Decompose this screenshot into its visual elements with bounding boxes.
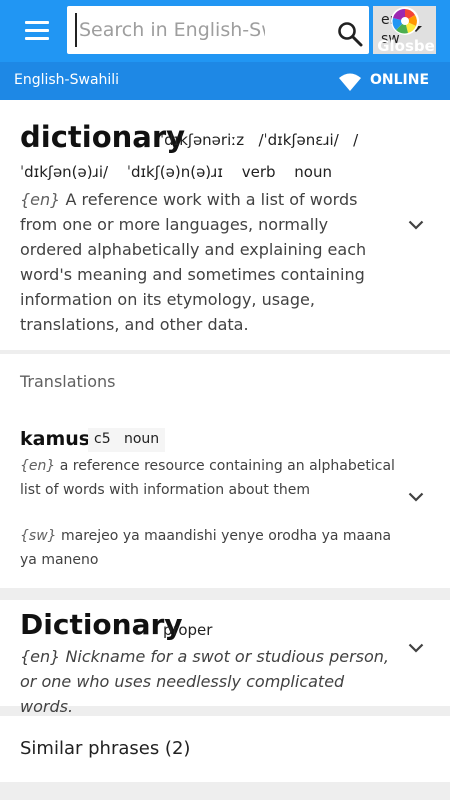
online-status-label: ONLINE (370, 72, 430, 88)
pronunciations-and-pos: ˈdɪkʃən(ə)ɹi/ ˈdɪkʃ(ə)n(ə)ɹɪ verb noun (20, 163, 332, 181)
app-bar: en sw Glosbe (0, 0, 450, 62)
search-icon[interactable] (337, 21, 363, 47)
pronunciation: ˈdɪkʃən(ə)ɹi/ (20, 163, 109, 181)
translations-title: Translations (20, 372, 116, 391)
menu-line (25, 29, 49, 32)
chevron-down-icon[interactable] (408, 643, 424, 653)
menu-line (25, 21, 49, 24)
definition-text: Nickname for a swot or studious person, … (20, 647, 390, 716)
similar-phrases-card[interactable]: Similar phrases (2) (0, 716, 450, 782)
glosbe-logo-icon[interactable] (386, 6, 424, 36)
pronunciation: /ˈdɪkʃənɛɹi/ (258, 131, 339, 149)
noun-class: c5 (94, 431, 111, 447)
entry-card[interactable]: dictionary ˈdɪkʃənəriːz /ˈdɪkʃənɛɹi/ / ˈ… (0, 100, 450, 350)
definition-language: {en} (20, 190, 61, 209)
part-of-speech: noun (294, 163, 332, 181)
definition-text: marejeo ya maandishi yenye orodha ya maa… (20, 528, 392, 568)
translation-definition-en: {en} a reference resource containing an … (20, 454, 395, 502)
translation-word[interactable]: kamusi (20, 428, 97, 450)
language-pair-label: English-Swahili (14, 72, 120, 88)
menu-line (25, 37, 49, 40)
pronunciation: ˈdɪkʃənəriːz (160, 131, 245, 149)
definition-language: {en} (20, 647, 61, 666)
definition-text: a reference resource containing an alpha… (20, 458, 395, 498)
pronunciation: ˈdɪkʃ(ə)n(ə)ɹɪ (126, 163, 223, 181)
proper-definition: {en} Nickname for a swot or studious per… (20, 644, 400, 719)
part-of-speech: verb (241, 163, 276, 181)
proper-noun-card[interactable]: Dictionary proper {en} Nickname for a sw… (0, 600, 450, 716)
proper-headword: Dictionary (20, 608, 183, 641)
menu-icon[interactable] (20, 18, 56, 46)
chevron-down-icon[interactable] (408, 220, 424, 230)
chevron-down-icon[interactable] (408, 492, 424, 502)
definition-text: A reference work with a list of words fr… (20, 190, 367, 334)
definition: {en} A reference work with a list of wor… (20, 187, 390, 337)
definition-language: {en} (20, 458, 56, 474)
logo-text: Glosbe (377, 37, 435, 55)
similar-phrases-link[interactable]: Similar phrases (2) (20, 738, 190, 759)
online-status: ONLINE (338, 70, 438, 92)
part-of-speech: noun (123, 431, 160, 447)
status-bar: English-Swahili ONLINE (0, 62, 450, 100)
search-box: en sw (67, 6, 436, 54)
translation-meta: c5 noun (88, 428, 166, 452)
part-of-speech: proper (163, 621, 213, 639)
translation-definition-sw: {sw} marejeo ya maandishi yenye orodha y… (20, 524, 395, 572)
translations-card: Translations kamusi c5 noun {en} a refer… (0, 354, 450, 588)
search-input[interactable] (75, 13, 265, 47)
definition-language: {sw} (20, 528, 57, 544)
wifi-icon (339, 73, 361, 91)
pronunciation: / (353, 131, 359, 149)
pronunciations: ˈdɪkʃənəriːz /ˈdɪkʃənɛɹi/ / (160, 131, 358, 149)
